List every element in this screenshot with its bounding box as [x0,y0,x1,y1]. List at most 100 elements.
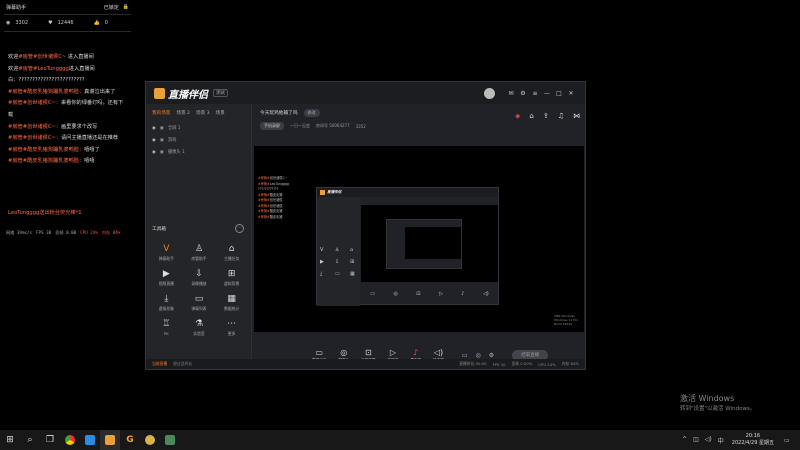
status-item: FPS 30 [492,361,506,367]
toolbox-item[interactable]: ▭ 弹幕列表 [183,294,216,312]
gear-icon[interactable]: ⚙ [489,352,494,359]
preview-danmaku: #房管#创世诸侯C~ #房管#LeoTungggg ???????????? #… [258,176,289,219]
scene-box-icon: ▣ [159,125,164,131]
version-badge: 测试 [213,89,228,97]
chrome-icon[interactable] [60,430,80,450]
control-icon: ♪ [413,347,419,357]
thumb-icon: 👍 [93,20,100,26]
logo-mark-icon [154,87,165,99]
eye-icon[interactable]: ◉ [152,126,156,131]
toolbox-item[interactable]: ▦ 数据统计 [215,294,248,312]
scene-tab[interactable]: 场景 3 [196,110,210,116]
danmaku-message: #房管#酷皮乳猪狗蹦乳婆鸭脸：嘻嘻了 [8,146,100,153]
network-icon: ◫ [693,435,699,443]
app-icon-green[interactable] [160,430,180,450]
eye-icon[interactable]: ◉ [152,138,156,143]
search-icon[interactable]: ⌕ [20,430,40,450]
scene-tab[interactable]: 场景 2 [176,110,190,116]
category-tag[interactable]: 手机录屏 [260,122,284,130]
nested-preview-window: 直播伴侣 V ♙ ⌂ ▶ ⇩ ⊞ ⤓ ▭ ▦ ▭ ◎ ⊡ ▷ ♪ ◁) [316,187,499,306]
edit-title-button[interactable]: 修改 [303,109,320,117]
record-icon[interactable]: ◎ [476,352,481,359]
windows-taskbar: ⊞ ⌕ ❐ G ^ ◫ ◁) 中 20:16 2022/4/29 星期五 ▭ [0,430,800,450]
stat-likes: ♥ 12446 [48,20,74,26]
toolbox-item[interactable]: ⌂ 主播任务 [215,244,248,262]
preview-watermark: OBS Windows Windows 11 Pro Build 19044 [554,314,578,326]
tool-icon: ⤓ [164,294,169,304]
toolbox-item[interactable]: ⤓ 虚拟形象 [150,294,183,312]
danmaku-message: 欢迎#房管#创世诸侯C~ 进入直播间 [8,54,94,60]
ime-icon: 中 [717,437,724,445]
danmaku-message: #房管#酷皮乳猪狗蹦乳婆鸭脸：真谢泣出来了 [8,88,116,95]
mail-icon[interactable]: ✉ [505,90,517,97]
minimize-icon[interactable]: — [541,90,553,97]
status-item: 丢帧 0.00% [511,361,533,366]
room-title[interactable]: 今天玩鸡他输了吗 [260,110,298,116]
camera-icon[interactable]: ▭ [462,352,468,359]
tool-icon: ⋯ [227,319,237,329]
scene-box-icon: ▣ [159,149,164,155]
start-icon[interactable]: ⊞ [0,430,20,450]
settings-icon[interactable]: ⚙ [517,90,529,97]
nested-tool-icons: V ♙ ⌂ ▶ ⇩ ⊞ ⤓ ▭ ▦ [320,247,355,277]
stat-viewers: ◉ 3302 [6,20,29,26]
toolbox-item[interactable]: ♖ PK [150,319,183,337]
toolbox-title: 工具箱 [152,227,167,232]
toolbox-item[interactable]: ♙ 房管助手 [183,244,216,262]
status-bar: 当前直播 经过总时长 直播时长 00:00 FPS 30 丢帧 0.00% CPU 24%… [146,359,585,369]
room-id: 房间号 50064277 [316,123,350,128]
control-icon: ◁) [433,347,444,357]
danmaku-message: #房管#创世诸侯C~：画里要求个改写 [8,123,98,130]
status-item: 内存 84% [561,361,579,366]
scene-box-icon: ▣ [159,137,164,143]
toolbox-item[interactable]: V 弹幕助手 [150,244,183,262]
toolbox-item[interactable]: ⋯ 更多 [215,319,248,337]
task-view-icon[interactable]: ❐ [40,430,60,450]
app-icon-g[interactable]: G [120,430,140,450]
streaming-app-task-icon[interactable] [100,430,120,450]
toolbox-grid: V 弹幕助手 ♙ 房管助手 ⌂ 主播任务 ▶ 视频直播 ⇩ 录像播放 ⊞ 虚拟背景 ⤓ 虚拟形象 ▭ 弹幕列表… [150,244,248,337]
toolbox-item[interactable]: ⇩ 录像播放 [183,269,216,287]
notification-icon[interactable]: ▭ [784,437,794,444]
stream-preview[interactable]: #房管#创世诸侯C~ #房管#LeoTungggg ???????????? #… [254,146,584,332]
toolbox-item[interactable]: ▶ 视频直播 [150,269,183,287]
toolbox-settings-icon[interactable]: ⋯ [235,224,244,233]
toolbox-item[interactable]: ⚗ 实验室 [183,319,216,337]
share-icon[interactable]: ⇪ [543,112,549,120]
scene-tab[interactable]: 我的场景 [152,110,170,116]
toolbox-item[interactable]: ⊞ 虚拟背景 [215,269,248,287]
app-icon-yellow[interactable] [140,430,160,450]
bell-icon[interactable]: ♫ [558,112,564,120]
menu-icon[interactable]: ≡ [529,90,541,97]
control-icon: ▷ [389,347,396,357]
scene-item[interactable]: ◉ ▣ 全屏 1 [146,122,251,134]
danmaku-header: 弹幕助手 已锁定 🔒 [0,0,135,14]
main-panel: 今天玩鸡他输了吗 修改 手机录屏 一日一见会 房间号 50064277 3352… [252,104,586,366]
room-subtitle: 一日一见会 [290,123,310,128]
danmaku-message-list: 欢迎#房管#创世诸侯C~ 进入直播间 欢迎#房管#LeoTungggg进入直播间白… [0,32,135,168]
scene-item[interactable]: ◉ ▣ 摄像头 1 [146,146,251,158]
scene-tab[interactable]: 场景 [216,110,225,116]
top-icon-bar: ◈ ⌂ ⇪ ♫ ⋈ [515,112,580,120]
scene-list: ◉ ▣ 全屏 1 ◉ ▣ 游戏 ◉ ▣ 摄像头 1 [146,122,251,158]
tool-icon: ▦ [227,294,236,304]
room-meta: 手机录屏 一日一见会 房间号 50064277 3352 [252,122,586,130]
system-tray[interactable]: ^ ◫ ◁) 中 [682,436,724,445]
taskbar-clock[interactable]: 20:16 2022/4/29 星期五 [732,433,774,447]
eye-icon[interactable]: ◉ [152,150,156,155]
lock-icon[interactable]: ⌂ [529,112,533,120]
maximize-icon[interactable]: □ [553,90,565,97]
scene-item[interactable]: ◉ ▣ 游戏 [146,134,251,146]
app-icon-blue[interactable] [80,430,100,450]
danmaku-stats: ◉ 3302 ♥ 12446 👍 0 [0,15,135,31]
lock-icon[interactable]: 🔒 [123,4,129,10]
status-item: 直播时长 00:00 [459,361,487,366]
gift-icon[interactable]: ◈ [515,112,520,120]
windows-activation-watermark: 激活 Windows 转到"设置"以激活 Windows。 [680,394,756,412]
lock-toggle[interactable]: 已锁定 [104,4,119,11]
perf-metric: FPS 30 [36,230,52,235]
user-avatar[interactable] [484,87,495,99]
nodes-icon[interactable]: ⋈ [573,112,580,120]
app-logo: 直播伴侣 [154,86,208,101]
close-icon[interactable]: ✕ [565,90,577,97]
